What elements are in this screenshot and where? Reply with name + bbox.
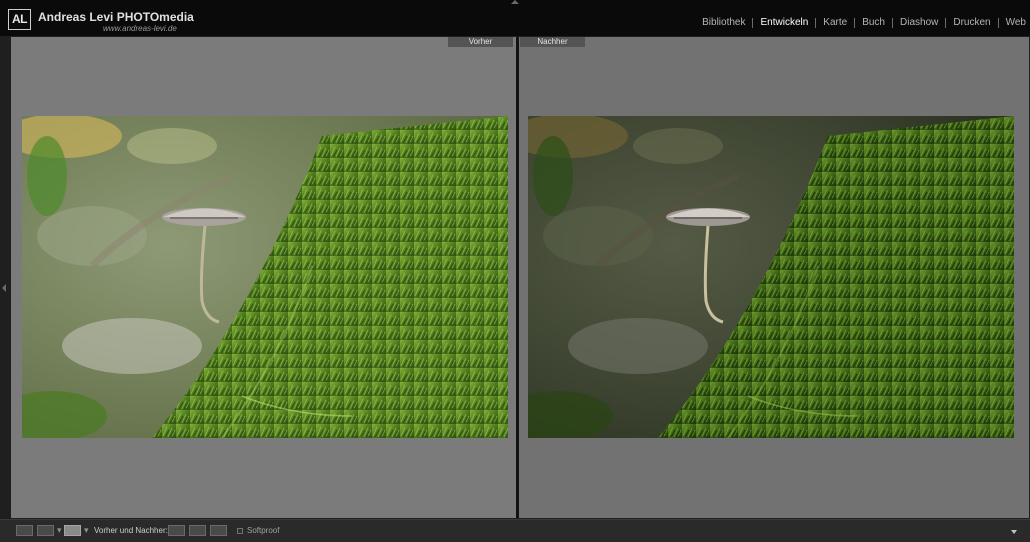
before-after-view-button[interactable]	[64, 525, 81, 536]
before-photo[interactable]	[22, 116, 508, 438]
top-bar: AL Andreas Levi PHOTOmedia www.andreas-l…	[0, 0, 1030, 36]
bottom-toolbar: ▾ ▾ Vorher und Nachher: Softproof	[0, 519, 1030, 542]
module-buch[interactable]: Buch	[855, 17, 892, 28]
after-photo[interactable]	[528, 116, 1014, 438]
loupe-view-button[interactable]	[16, 525, 33, 536]
softproof-label: Softproof	[247, 526, 280, 535]
mushroom-moss-photo-after	[528, 116, 1014, 438]
mushroom-moss-photo-before	[22, 116, 508, 438]
softproof-checkbox[interactable]	[237, 528, 243, 534]
compare-view: Vorher Nachher	[11, 37, 1029, 518]
module-web[interactable]: Web	[999, 17, 1026, 28]
module-entwickeln[interactable]: Entwickeln	[753, 17, 815, 28]
before-pane[interactable]: Vorher	[11, 37, 516, 518]
swap-before-after-button[interactable]	[210, 525, 227, 536]
toolbar-menu-icon[interactable]	[1011, 530, 1017, 534]
before-label: Vorher	[448, 37, 513, 47]
top-panel-toggle-icon[interactable]	[511, 0, 519, 4]
view-dropdown-icon[interactable]: ▾	[57, 525, 62, 536]
identity-name: Andreas Levi PHOTOmedia	[38, 10, 194, 24]
module-drucken[interactable]: Drucken	[946, 17, 997, 28]
copy-before-to-after-button[interactable]	[168, 525, 185, 536]
identity-logo: AL	[8, 9, 31, 30]
module-picker: Bibliothek Entwickeln Karte Buch Diashow…	[695, 17, 1026, 28]
copy-after-to-before-button[interactable]	[189, 525, 206, 536]
after-label: Nachher	[520, 37, 585, 47]
before-after-label: Vorher und Nachher:	[94, 526, 168, 535]
module-bibliothek[interactable]: Bibliothek	[695, 17, 752, 28]
after-pane[interactable]: Nachher	[519, 37, 1029, 518]
before-after-dropdown-icon[interactable]: ▾	[84, 525, 89, 536]
left-panel-toggle-icon[interactable]	[2, 284, 6, 292]
module-karte[interactable]: Karte	[816, 17, 854, 28]
identity-url: www.andreas-levi.de	[103, 24, 177, 33]
compare-view-button[interactable]	[37, 525, 54, 536]
module-diashow[interactable]: Diashow	[893, 17, 945, 28]
